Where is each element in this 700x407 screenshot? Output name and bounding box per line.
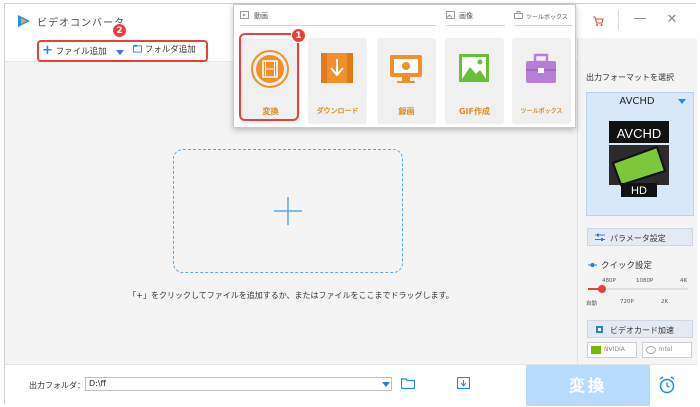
tile-record[interactable]: 録画 <box>377 38 436 124</box>
output-folder-label: 出力フォルダ： <box>29 381 85 390</box>
intel-logo: Intel <box>642 342 692 358</box>
plus-large-icon[interactable] <box>272 195 304 227</box>
cart-icon[interactable] <box>592 15 604 27</box>
convert-tile-highlight <box>239 33 299 121</box>
dropzone[interactable] <box>173 149 403 273</box>
parameter-settings-button[interactable]: パラメータ設定 <box>587 228 693 246</box>
image-category-icon <box>446 11 455 19</box>
tick-720p: 720P <box>620 299 634 305</box>
quick-setting-label: クイック設定 <box>601 261 653 271</box>
sliders-icon <box>595 233 605 241</box>
tile-gif-label: GIF作成 <box>458 107 490 116</box>
output-format-title: 出力フォーマットを選択 <box>586 73 674 82</box>
nvidia-label: NVIDIA <box>604 346 625 353</box>
toolbox-icon <box>526 53 556 83</box>
export-folder-icon[interactable] <box>457 377 470 389</box>
minimize-icon[interactable]: — <box>630 11 650 26</box>
video-category-icon <box>240 11 249 19</box>
toolbox-category-icon <box>514 11 523 19</box>
tile-record-label: 録画 <box>398 107 415 116</box>
category-image: 画像 <box>459 12 473 20</box>
image-landscape-icon <box>459 54 489 82</box>
tick-1080p: 1080P <box>636 278 654 284</box>
format-dropdown-icon[interactable] <box>678 99 686 104</box>
gpu-acceleration-button[interactable]: ビデオカード加速 <box>587 320 693 338</box>
intel-label: Intel <box>659 346 673 353</box>
convert-button[interactable]: 変換 <box>526 365 650 406</box>
divider <box>618 10 619 30</box>
avchd-logo-text: AVCHD <box>617 126 662 141</box>
download-icon <box>321 53 353 83</box>
step-badge-1: 1 <box>291 28 306 43</box>
parameter-settings-label: パラメータ設定 <box>610 234 666 243</box>
plus-icon: + <box>42 43 53 58</box>
right-panel: 出力フォーマットを選択 AVCHD AVCHD HD パラメータ設定 クイック設… <box>577 38 697 364</box>
app-logo-icon <box>18 15 30 27</box>
quick-setting-icon <box>588 263 597 267</box>
tile-toolbox[interactable]: ツールボックス <box>512 38 571 124</box>
output-folder-dropdown-icon[interactable] <box>382 382 390 387</box>
chip-icon <box>596 326 603 333</box>
monitor-record-icon <box>390 55 422 83</box>
slider-handle[interactable] <box>598 285 606 293</box>
category-video-line <box>240 25 436 26</box>
category-toolbox-line <box>514 25 572 26</box>
tick-4k: 4K <box>680 278 688 284</box>
tile-download[interactable]: ダウンロード <box>308 38 367 124</box>
nvidia-eye-icon <box>591 346 601 354</box>
drop-hint: 「+」をクリックしてファイルを追加するか、またはファイルをここまでドラッグします… <box>128 291 454 300</box>
tile-download-label: ダウンロード <box>316 107 359 115</box>
tile-gif[interactable]: GIF作成 <box>445 38 504 124</box>
nvidia-logo: NVIDIA <box>587 342 637 358</box>
folder-icon <box>133 44 142 53</box>
intel-icon <box>646 346 656 354</box>
avchd-logo-icon: AVCHD HD <box>609 121 669 197</box>
step-badge-2: 2 <box>112 23 127 38</box>
add-file-button[interactable]: + ファイル追加 <box>42 43 107 58</box>
bottom-bar: 出力フォルダ： D:\ff 変換 <box>5 364 697 406</box>
add-folder-label: フォルダ追加 <box>144 45 196 55</box>
add-file-label: ファイル追加 <box>55 47 107 57</box>
category-image-line <box>446 25 505 26</box>
category-toolbox: ツールボックス <box>526 14 568 21</box>
open-folder-icon[interactable] <box>401 378 415 389</box>
format-card[interactable]: AVCHD AVCHD HD <box>586 92 694 216</box>
tick-480p: 480P <box>602 278 616 284</box>
category-video: 動画 <box>254 12 268 20</box>
hd-logo-text: HD <box>631 185 647 197</box>
add-folder-button[interactable]: フォルダ追加 <box>133 43 196 55</box>
tick-auto: 自動 <box>586 301 598 307</box>
close-icon[interactable]: ✕ <box>662 12 682 27</box>
tick-2k: 2K <box>661 299 669 305</box>
format-name: AVCHD <box>619 96 655 107</box>
gpu-acceleration-label: ビデオカード加速 <box>610 326 674 335</box>
alarm-clock-icon[interactable] <box>657 375 677 395</box>
output-folder-field[interactable]: D:\ff <box>85 377 392 391</box>
tile-toolbox-label: ツールボックス <box>520 108 563 115</box>
add-file-dropdown-icon[interactable] <box>116 50 124 55</box>
